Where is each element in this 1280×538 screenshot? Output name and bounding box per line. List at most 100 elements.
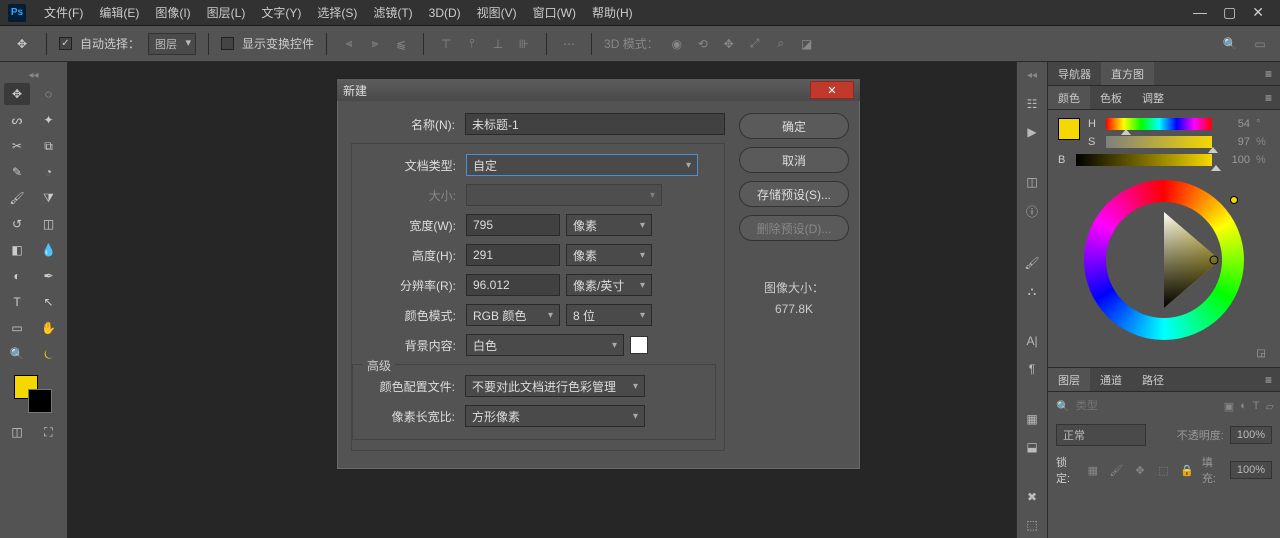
menu-file[interactable]: 文件(F): [36, 4, 91, 21]
3d-slide-icon[interactable]: ⤢: [745, 34, 765, 54]
auto-select-target[interactable]: 图层: [148, 33, 196, 55]
3d-zoom-icon[interactable]: ⌕: [771, 34, 791, 54]
play-panel-icon[interactable]: ▶: [1022, 125, 1042, 139]
lock-trans-icon[interactable]: ▦: [1084, 460, 1102, 480]
show-transform-checkbox[interactable]: [221, 37, 234, 50]
3d-roll-icon[interactable]: ⟲: [693, 34, 713, 54]
sat-slider[interactable]: [1106, 136, 1212, 148]
filter-adjust-icon[interactable]: ◐: [1240, 396, 1247, 416]
align-bottom-icon[interactable]: ⊥: [488, 34, 508, 54]
hue-indicator[interactable]: [1230, 196, 1238, 204]
stamp-tool[interactable]: ⧩: [36, 187, 62, 209]
color-swatch-fg[interactable]: [1058, 118, 1080, 140]
path-select-tool[interactable]: ↖: [36, 291, 62, 313]
lock-nest-icon[interactable]: ⬚: [1155, 460, 1173, 480]
height-input[interactable]: [466, 244, 560, 266]
tab-navigator[interactable]: 导航器: [1048, 62, 1101, 85]
quickmask-tool[interactable]: ◫: [4, 421, 30, 443]
tab-color[interactable]: 颜色: [1048, 86, 1090, 109]
tab-layers[interactable]: 图层: [1048, 368, 1090, 391]
color-wheel[interactable]: [1084, 180, 1244, 340]
bg-color-swatch[interactable]: [630, 336, 648, 354]
menu-filter[interactable]: 滤镜(T): [365, 4, 420, 21]
3d-orbit-icon[interactable]: ◉: [667, 34, 687, 54]
resolution-input[interactable]: [466, 274, 560, 296]
filter-image-icon[interactable]: ▣: [1224, 396, 1234, 416]
screenmode-tool[interactable]: ⛶: [36, 421, 62, 443]
history-brush-tool[interactable]: ↺: [4, 213, 30, 235]
search-icon[interactable]: 🔍: [1220, 34, 1240, 54]
ok-button[interactable]: 确定: [739, 113, 849, 139]
tab-adjustments[interactable]: 调整: [1132, 86, 1174, 109]
magic-wand-tool[interactable]: ✦: [36, 109, 62, 131]
tab-histogram[interactable]: 直方图: [1101, 62, 1154, 85]
info-panel-icon[interactable]: ⓘ: [1022, 203, 1042, 220]
eyedropper-tool[interactable]: ✎: [4, 161, 30, 183]
zoom-tool[interactable]: 🔍: [4, 343, 30, 365]
move-tool-icon[interactable]: ✥: [10, 32, 34, 56]
menu-type[interactable]: 文字(Y): [253, 4, 309, 21]
sat-value[interactable]: 97: [1218, 136, 1250, 148]
opacity-value[interactable]: 100%: [1230, 426, 1272, 444]
hand-tool[interactable]: ✋: [36, 317, 62, 339]
tab-swatches[interactable]: 色板: [1090, 86, 1132, 109]
width-unit-select[interactable]: 像素▾: [566, 214, 652, 236]
dialog-close-button[interactable]: ✕: [810, 81, 854, 99]
history-panel-icon[interactable]: ☷: [1022, 97, 1042, 111]
menu-view[interactable]: 视图(V): [469, 4, 525, 21]
bitdepth-select[interactable]: 8 位▾: [566, 304, 652, 326]
align-right-icon[interactable]: ⫹: [391, 34, 411, 54]
height-unit-select[interactable]: 像素▾: [566, 244, 652, 266]
menu-select[interactable]: 选择(S): [309, 4, 365, 21]
menu-image[interactable]: 图像(I): [147, 4, 198, 21]
menu-edit[interactable]: 编辑(E): [91, 4, 147, 21]
align-left-icon[interactable]: ⫷: [339, 34, 359, 54]
width-input[interactable]: [466, 214, 560, 236]
align-vcenter-icon[interactable]: ⫯: [462, 34, 482, 54]
styles-panel-icon[interactable]: ▦: [1022, 412, 1042, 426]
workspace-icon[interactable]: ▭: [1250, 34, 1270, 54]
paragraph-panel-icon[interactable]: ¶: [1022, 362, 1042, 376]
marquee-tool[interactable]: ◌: [36, 83, 62, 105]
tab-paths[interactable]: 路径: [1132, 368, 1174, 391]
eraser-tool[interactable]: ◫: [36, 213, 62, 235]
brush-tool[interactable]: 🖌: [4, 187, 30, 209]
hue-value[interactable]: 54: [1218, 118, 1250, 130]
lock-all-icon[interactable]: 🔒: [1178, 460, 1196, 480]
pixelaspect-select[interactable]: 方形像素▾: [465, 405, 645, 427]
healing-tool[interactable]: ◔: [36, 161, 62, 183]
close-icon[interactable]: ✕: [1252, 4, 1264, 21]
crop-tool[interactable]: ✂: [4, 135, 30, 157]
panel-menu-icon[interactable]: ≡: [1257, 67, 1280, 81]
maximize-icon[interactable]: ▢: [1223, 4, 1236, 21]
brush-settings-icon[interactable]: ⛬: [1022, 284, 1042, 299]
char-panel-icon[interactable]: A|: [1022, 334, 1042, 348]
lock-pos-icon[interactable]: ✥: [1131, 460, 1149, 480]
menu-layer[interactable]: 图层(L): [199, 4, 254, 21]
save-preset-button[interactable]: 存储预设(S)...: [739, 181, 849, 207]
bri-value[interactable]: 100: [1218, 154, 1250, 166]
bgcontent-select[interactable]: 白色▾: [466, 334, 624, 356]
menu-window[interactable]: 窗口(W): [525, 4, 584, 21]
gradient-tool[interactable]: ◧: [4, 239, 30, 261]
bri-slider[interactable]: [1076, 154, 1212, 166]
rectangle-tool[interactable]: ▭: [4, 317, 30, 339]
layer-filter-input[interactable]: [1076, 400, 1218, 412]
distribute-icon[interactable]: ⊪: [514, 34, 534, 54]
collapse-icon[interactable]: ◂◂: [1027, 68, 1037, 83]
panel-menu-icon[interactable]: ≡: [1257, 91, 1280, 105]
dodge-tool[interactable]: ◐: [4, 265, 30, 287]
filter-type-icon[interactable]: T: [1253, 396, 1260, 416]
tab-channels[interactable]: 通道: [1090, 368, 1132, 391]
colorprofile-select[interactable]: 不要对此文档进行色彩管理▾: [465, 375, 645, 397]
color-triangle[interactable]: [1108, 212, 1220, 308]
resolution-unit-select[interactable]: 像素/英寸▾: [566, 274, 652, 296]
3d-panel-icon[interactable]: ⬚: [1022, 518, 1042, 532]
menu-3d[interactable]: 3D(D): [421, 6, 469, 20]
background-color[interactable]: [28, 389, 52, 413]
properties-panel-icon[interactable]: ◫: [1022, 175, 1042, 189]
blend-mode-select[interactable]: 正常: [1056, 424, 1146, 446]
hue-slider[interactable]: [1106, 118, 1212, 130]
slice-tool[interactable]: ⧉: [36, 135, 62, 157]
lock-image-icon[interactable]: 🖌: [1108, 460, 1126, 480]
